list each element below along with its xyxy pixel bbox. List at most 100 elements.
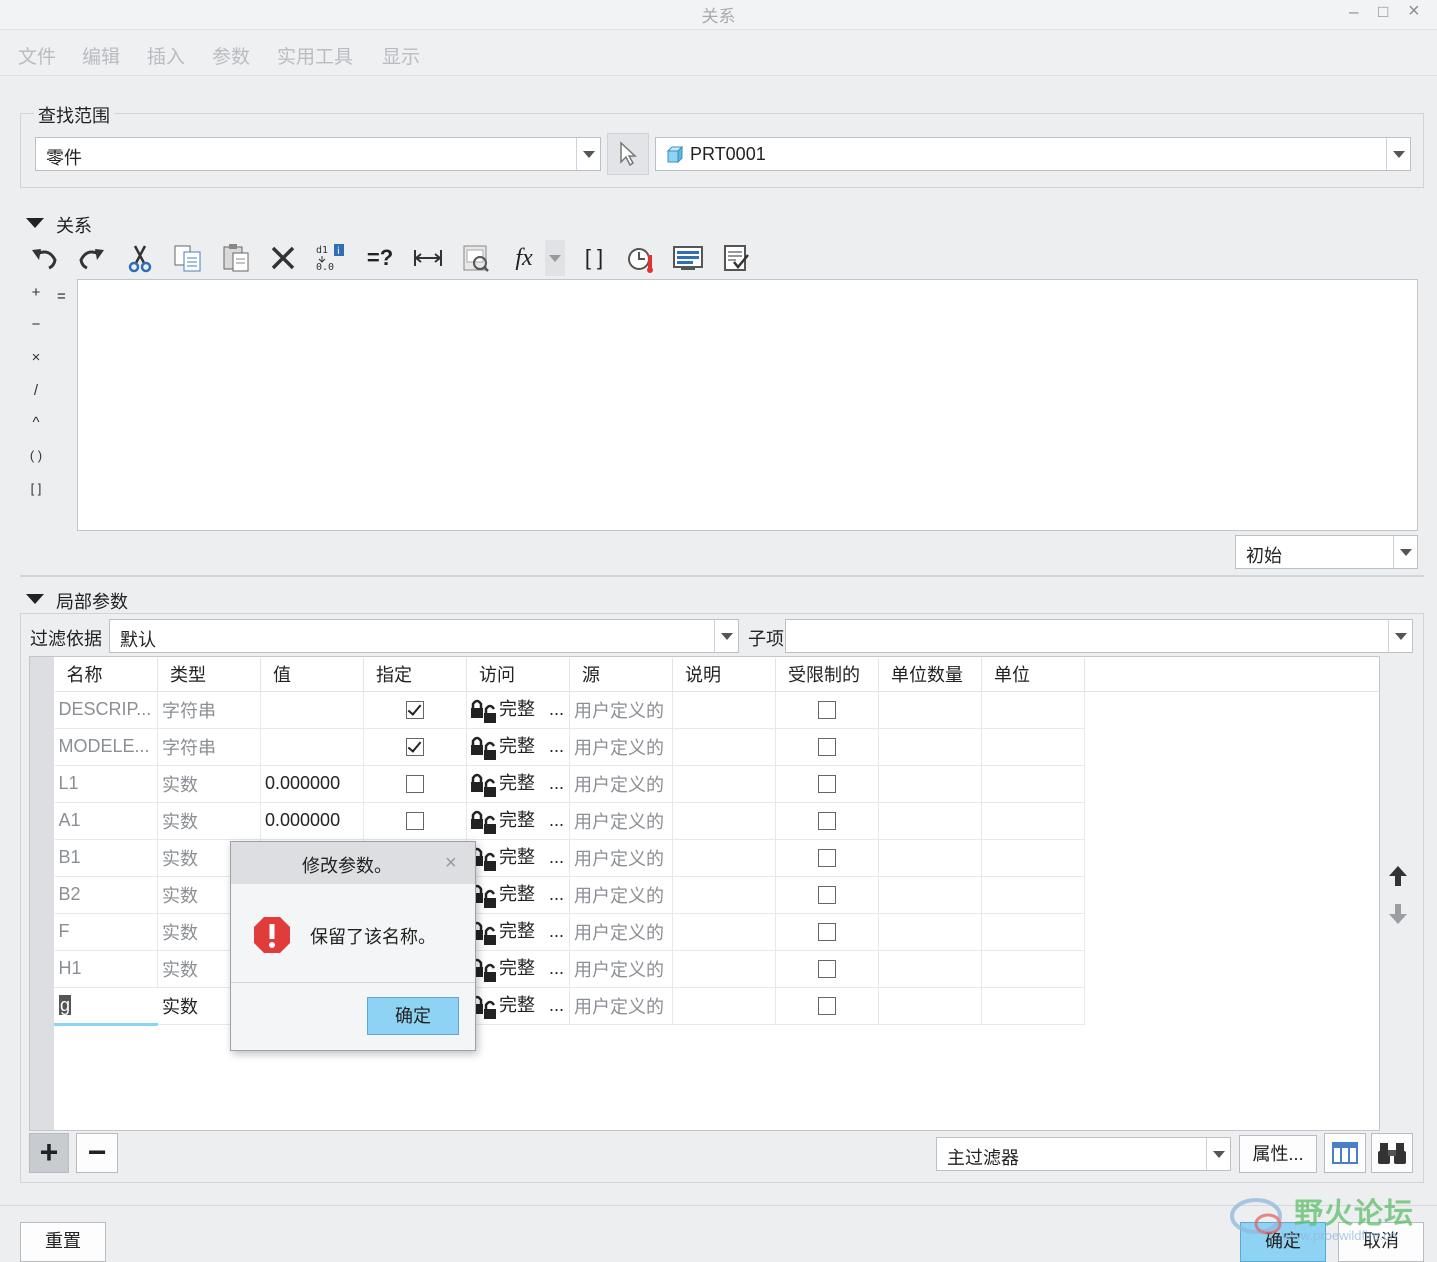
param-designate-cell[interactable] xyxy=(363,728,467,766)
dimension-values-icon[interactable]: d1 0.0 i xyxy=(313,240,349,276)
param-access-cell[interactable]: 完整... xyxy=(466,728,570,766)
column-header-restricted[interactable]: 受限制的 xyxy=(775,658,879,692)
param-value-cell[interactable] xyxy=(260,691,364,729)
relations-editor[interactable] xyxy=(77,279,1418,531)
param-description-cell[interactable] xyxy=(672,913,776,951)
param-name-cell[interactable]: H1 xyxy=(54,950,158,988)
param-value-cell[interactable] xyxy=(260,728,364,766)
maximize-button[interactable]: □ xyxy=(1378,2,1388,22)
param-description-cell[interactable] xyxy=(672,765,776,803)
paste-icon[interactable] xyxy=(218,240,254,276)
param-unit-quantity-cell[interactable] xyxy=(878,802,982,840)
settings-icon[interactable] xyxy=(718,240,754,276)
scope-select[interactable]: 零件 xyxy=(35,137,601,171)
param-description-cell[interactable] xyxy=(672,839,776,877)
access-more-button[interactable]: ... xyxy=(549,995,564,1015)
equals-operator-button[interactable]: = xyxy=(57,288,66,305)
menu-display[interactable]: 显示 xyxy=(382,42,420,69)
param-value-cell[interactable]: 0.000000 xyxy=(260,765,364,803)
restricted-checkbox[interactable] xyxy=(818,738,836,757)
access-more-button[interactable]: ... xyxy=(549,847,564,867)
cut-icon[interactable] xyxy=(122,240,158,276)
param-designate-cell[interactable] xyxy=(363,691,467,729)
param-unit-quantity-cell[interactable] xyxy=(878,950,982,988)
properties-button[interactable]: 属性... xyxy=(1239,1135,1317,1173)
access-more-button[interactable]: ... xyxy=(549,773,564,793)
add-parameter-button[interactable]: + xyxy=(29,1133,69,1173)
param-description-cell[interactable] xyxy=(672,728,776,766)
designate-checkbox[interactable] xyxy=(406,812,424,831)
param-name-cell[interactable]: g xyxy=(54,986,158,1026)
divide-operator-button[interactable]: / xyxy=(24,382,48,399)
param-access-cell[interactable]: 完整... xyxy=(466,950,570,988)
param-name-cell[interactable]: DESCRIP... xyxy=(54,691,158,729)
param-description-cell[interactable] xyxy=(672,987,776,1025)
access-more-button[interactable]: ... xyxy=(549,810,564,830)
dialog-close-button[interactable]: × xyxy=(445,852,457,875)
child-select[interactable] xyxy=(785,619,1413,653)
param-restricted-cell[interactable] xyxy=(775,691,879,729)
param-name-cell[interactable]: A1 xyxy=(54,802,158,840)
show-dimension-icon[interactable] xyxy=(410,240,446,276)
restricted-checkbox[interactable] xyxy=(818,997,836,1016)
dialog-ok-button[interactable]: 确定 xyxy=(367,997,459,1035)
power-operator-button[interactable]: ^ xyxy=(24,414,48,431)
param-type-cell[interactable]: 字符串 xyxy=(157,728,261,766)
param-access-cell[interactable]: 完整... xyxy=(466,691,570,729)
remove-parameter-button[interactable]: − xyxy=(76,1133,118,1173)
param-unit-cell[interactable] xyxy=(981,987,1085,1025)
param-unit-quantity-cell[interactable] xyxy=(878,728,982,766)
filter-select[interactable]: 默认 xyxy=(109,619,739,653)
param-unit-cell[interactable] xyxy=(981,876,1085,914)
param-unit-quantity-cell[interactable] xyxy=(878,691,982,729)
undo-icon[interactable] xyxy=(26,240,62,276)
param-restricted-cell[interactable] xyxy=(775,913,879,951)
column-header-unit[interactable]: 单位 xyxy=(981,658,1085,692)
param-designate-cell[interactable] xyxy=(363,765,467,803)
main-filter-select[interactable]: 主过滤器 xyxy=(936,1137,1231,1171)
param-access-cell[interactable]: 完整... xyxy=(466,987,570,1025)
column-header-value[interactable]: 值 xyxy=(260,658,364,692)
copy-icon[interactable] xyxy=(170,240,206,276)
column-header-name[interactable]: 名称 xyxy=(54,658,158,692)
parentheses-operator-button[interactable]: ( ) xyxy=(24,448,48,463)
param-description-cell[interactable] xyxy=(672,950,776,988)
minus-operator-button[interactable]: − xyxy=(24,316,48,333)
select-model-button[interactable] xyxy=(607,133,649,175)
param-type-cell[interactable]: 实数 xyxy=(157,765,261,803)
close-button[interactable]: × xyxy=(1408,0,1420,23)
param-unit-quantity-cell[interactable] xyxy=(878,765,982,803)
function-dropdown[interactable] xyxy=(545,240,565,276)
table-row[interactable]: A1 实数 0.000000 完整... 用户定义的 xyxy=(54,802,1378,840)
restricted-checkbox[interactable] xyxy=(818,812,836,831)
redo-icon[interactable] xyxy=(74,240,110,276)
function-icon[interactable]: fx xyxy=(506,240,542,276)
access-more-button[interactable]: ... xyxy=(549,699,564,719)
param-restricted-cell[interactable] xyxy=(775,765,879,803)
param-access-cell[interactable]: 完整... xyxy=(466,876,570,914)
sort-relations-icon[interactable] xyxy=(458,240,494,276)
param-unit-quantity-cell[interactable] xyxy=(878,839,982,877)
minimize-button[interactable]: – xyxy=(1349,2,1358,22)
param-name-cell[interactable]: B2 xyxy=(54,876,158,914)
designate-checkbox[interactable] xyxy=(406,775,424,794)
column-header-unit-quantity[interactable]: 单位数量 xyxy=(878,658,982,692)
access-more-button[interactable]: ... xyxy=(549,884,564,904)
param-name-cell[interactable]: L1 xyxy=(54,765,158,803)
param-value-cell[interactable]: 0.000000 xyxy=(260,802,364,840)
menu-insert[interactable]: 插入 xyxy=(147,42,185,69)
param-restricted-cell[interactable] xyxy=(775,950,879,988)
evaluate-icon[interactable]: =? xyxy=(362,240,398,276)
menu-parameters[interactable]: 参数 xyxy=(212,42,250,69)
restricted-checkbox[interactable] xyxy=(818,849,836,868)
param-restricted-cell[interactable] xyxy=(775,728,879,766)
access-more-button[interactable]: ... xyxy=(549,736,564,756)
designate-checkbox[interactable] xyxy=(406,701,424,720)
multiply-operator-button[interactable]: × xyxy=(24,349,48,366)
columns-button[interactable] xyxy=(1324,1133,1366,1173)
verify-icon[interactable] xyxy=(670,240,706,276)
restricted-checkbox[interactable] xyxy=(818,886,836,905)
restricted-checkbox[interactable] xyxy=(818,923,836,942)
menu-edit[interactable]: 编辑 xyxy=(82,42,120,69)
designate-checkbox[interactable] xyxy=(406,738,424,757)
